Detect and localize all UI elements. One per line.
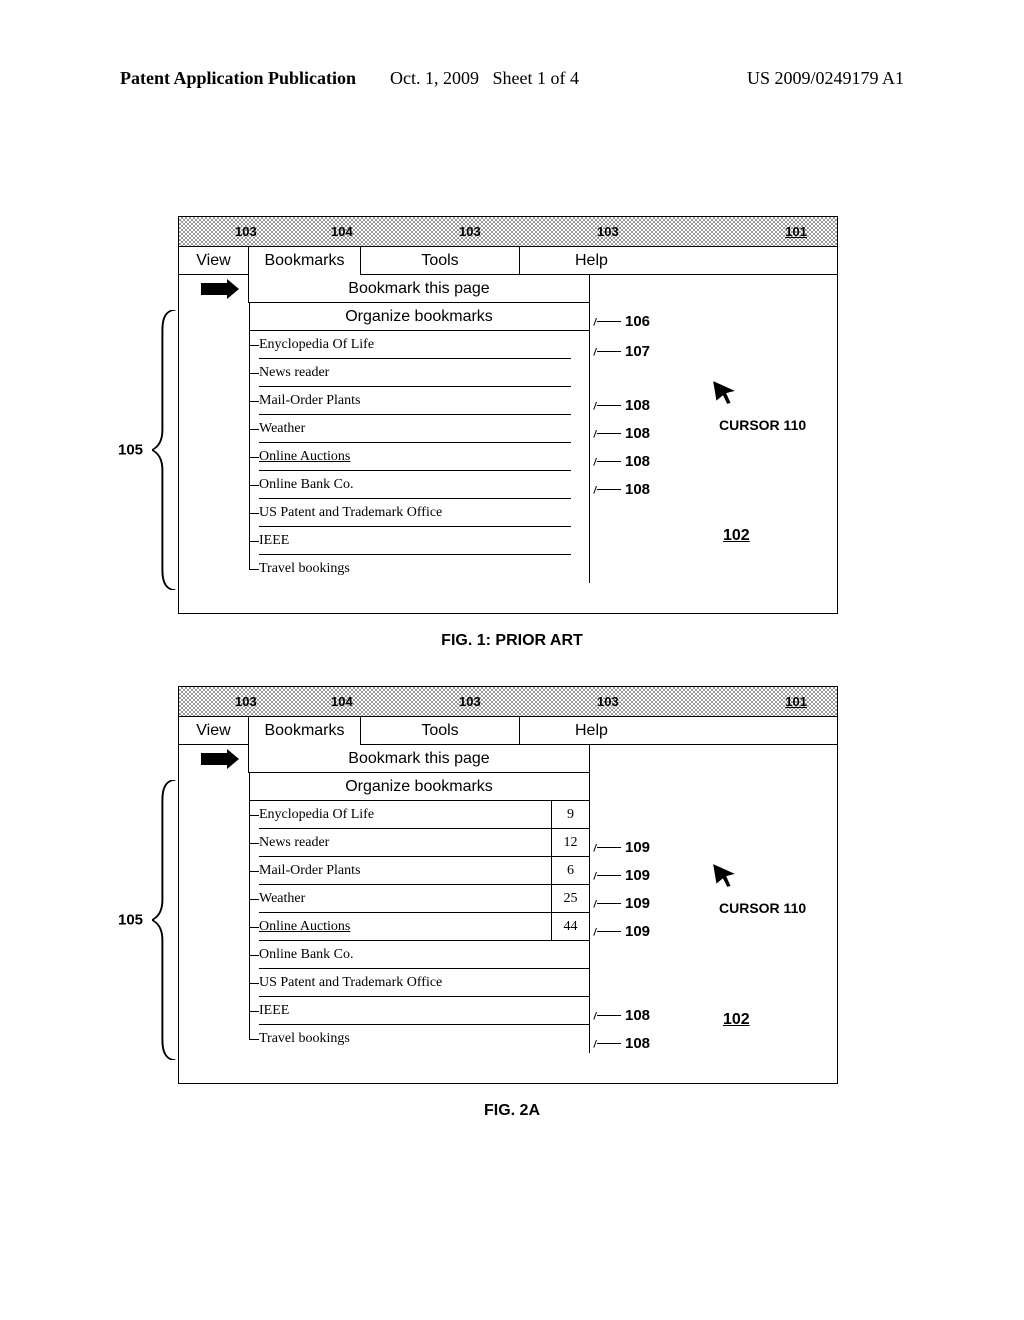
cursor-icon xyxy=(711,379,737,405)
bookmark-count: 12 xyxy=(551,829,589,857)
bookmark-item[interactable]: Online Bank Co. xyxy=(259,941,589,969)
bookmark-item[interactable]: News reader xyxy=(259,829,551,857)
ref-103: 103 xyxy=(459,224,481,239)
ref-108: 108 xyxy=(625,1035,650,1052)
bookmark-item[interactable]: Online Auctions xyxy=(259,443,571,471)
menu-tools[interactable]: Tools xyxy=(361,247,519,275)
header-publication: Patent Application Publication xyxy=(120,68,356,88)
bookmark-count: 9 xyxy=(551,801,589,829)
cursor-label: CURSOR 110 xyxy=(719,900,806,916)
ref-103: 103 xyxy=(459,694,481,709)
bookmark-item[interactable]: US Patent and Trademark Office xyxy=(259,499,571,527)
header-date: Oct. 1, 2009 Sheet 1 of 4 xyxy=(390,68,579,89)
action-bookmark-page[interactable]: Bookmark this page xyxy=(249,275,589,303)
menu-view[interactable]: View xyxy=(179,717,249,745)
ref-109: 109 xyxy=(625,839,650,856)
ref-108: 108 xyxy=(625,425,650,442)
cursor-icon xyxy=(711,862,737,888)
menu-view[interactable]: View xyxy=(179,247,249,275)
bookmark-item[interactable]: Travel bookings xyxy=(259,1025,589,1053)
figure-2a-caption: FIG. 2A xyxy=(0,1102,1024,1120)
page-header: Patent Application Publication Oct. 1, 2… xyxy=(0,68,1024,89)
bookmark-count: 25 xyxy=(551,885,589,913)
bookmark-item[interactable]: US Patent and Trademark Office xyxy=(259,969,589,997)
back-arrow-icon[interactable] xyxy=(179,745,249,773)
ref-101: 101 xyxy=(785,694,807,709)
bookmark-item[interactable]: Travel bookings xyxy=(259,555,571,583)
ref-106: 106 xyxy=(625,313,650,330)
title-bar: 103 104 103 103 101 xyxy=(179,687,837,717)
bookmark-item[interactable]: Mail-Order Plants xyxy=(259,857,551,885)
action-organize-bookmarks[interactable]: Organize bookmarks xyxy=(249,303,589,331)
bookmark-count: 44 xyxy=(551,913,589,941)
bookmark-item[interactable]: Weather xyxy=(259,415,571,443)
bookmark-item[interactable]: IEEE xyxy=(259,997,589,1025)
ref-103: 103 xyxy=(597,694,619,709)
ref-103: 103 xyxy=(597,224,619,239)
brace-105: 105 xyxy=(152,310,178,590)
figure-1-caption: FIG. 1: PRIOR ART xyxy=(0,632,1024,650)
ref-103: 103 xyxy=(235,224,257,239)
action-bookmark-page[interactable]: Bookmark this page xyxy=(249,745,589,773)
ref-101: 101 xyxy=(785,224,807,239)
bookmark-item[interactable]: IEEE xyxy=(259,527,571,555)
bookmark-item[interactable]: Online Auctions xyxy=(259,913,551,941)
ref-104: 104 xyxy=(331,694,353,709)
brace-105: 105 xyxy=(152,780,178,1060)
ref-107: 107 xyxy=(625,343,650,360)
ref-109: 109 xyxy=(625,923,650,940)
ref-102: 102 xyxy=(723,1011,750,1029)
ref-108: 108 xyxy=(625,1007,650,1024)
menu-bookmarks[interactable]: Bookmarks xyxy=(249,717,361,745)
bookmark-item[interactable]: Mail-Order Plants xyxy=(259,387,571,415)
ref-103: 103 xyxy=(235,694,257,709)
ref-104: 104 xyxy=(331,224,353,239)
figure-1-window: 103 104 103 103 101 View Bookmarks Tools… xyxy=(178,216,838,614)
back-arrow-icon[interactable] xyxy=(179,275,249,303)
menu-bar: View Bookmarks Tools Help xyxy=(179,717,837,745)
menu-help[interactable]: Help xyxy=(519,717,837,745)
header-patent-number: US 2009/0249179 A1 xyxy=(747,68,904,89)
ref-109: 109 xyxy=(625,867,650,884)
bookmark-item[interactable]: Enyclopedia Of Life xyxy=(259,331,571,359)
bookmark-item[interactable]: Online Bank Co. xyxy=(259,471,571,499)
ref-108: 108 xyxy=(625,481,650,498)
title-bar: 103 104 103 103 101 xyxy=(179,217,837,247)
menu-tools[interactable]: Tools xyxy=(361,717,519,745)
menu-bar: View Bookmarks Tools Help xyxy=(179,247,837,275)
bookmark-item[interactable]: Enyclopedia Of Life xyxy=(259,801,551,829)
figure-2a-window: 103 104 103 103 101 View Bookmarks Tools… xyxy=(178,686,838,1084)
cursor-label: CURSOR 110 xyxy=(719,417,806,433)
ref-109: 109 xyxy=(625,895,650,912)
bookmark-item[interactable]: News reader xyxy=(259,359,571,387)
action-organize-bookmarks[interactable]: Organize bookmarks xyxy=(249,773,589,801)
menu-bookmarks[interactable]: Bookmarks xyxy=(249,247,361,275)
bookmark-item[interactable]: Weather xyxy=(259,885,551,913)
ref-102: 102 xyxy=(723,527,750,545)
ref-108: 108 xyxy=(625,453,650,470)
bookmark-count: 6 xyxy=(551,857,589,885)
menu-help[interactable]: Help xyxy=(519,247,837,275)
ref-108: 108 xyxy=(625,397,650,414)
